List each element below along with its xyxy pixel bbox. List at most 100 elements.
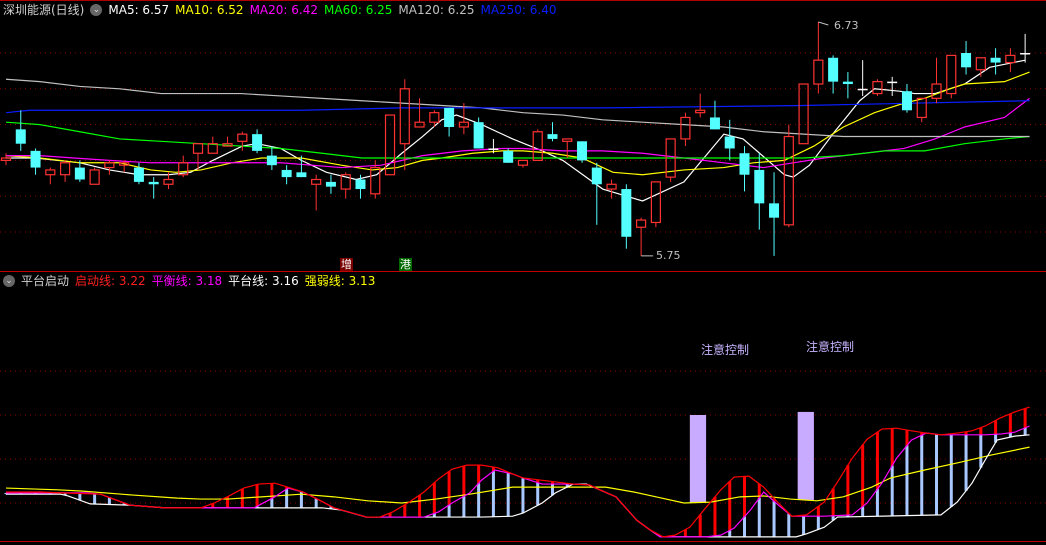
candle-body xyxy=(45,169,56,176)
candle-body xyxy=(754,169,765,204)
candle xyxy=(946,54,957,99)
candle-body xyxy=(857,88,868,91)
qidong-bar xyxy=(698,514,702,537)
qidong-line-label: 启动线: 3.22 xyxy=(75,274,146,288)
candle xyxy=(399,79,410,170)
qidong-bar xyxy=(890,428,894,466)
pingheng-bar xyxy=(314,498,318,508)
candle-body xyxy=(325,181,336,187)
qidong-bar xyxy=(418,495,422,518)
ma120-label: MA120: 6.25 xyxy=(398,3,475,17)
qidong-bar xyxy=(831,488,835,516)
candle-body xyxy=(0,157,12,162)
pingheng-bar xyxy=(477,483,481,518)
pingheng-bar xyxy=(550,484,554,496)
candle xyxy=(444,107,455,137)
warning-blocks xyxy=(689,411,814,503)
candle-body xyxy=(311,178,322,185)
pingheng-bar xyxy=(285,489,289,508)
chevron-down-icon[interactable]: ⌄ xyxy=(3,275,15,287)
chevron-down-icon[interactable]: ⌄ xyxy=(90,4,103,16)
qidong-bar xyxy=(713,496,717,536)
pingheng-bar xyxy=(1023,427,1027,436)
candle xyxy=(15,110,26,151)
candle xyxy=(532,129,543,161)
candle-body xyxy=(296,172,307,178)
candle-body xyxy=(429,112,440,123)
candlesticks xyxy=(0,21,1031,256)
candle xyxy=(990,48,1001,75)
qidong-bar xyxy=(403,504,407,518)
candle-body xyxy=(916,97,927,119)
candle-body xyxy=(650,181,661,224)
candle-body xyxy=(74,167,85,180)
candle xyxy=(1020,33,1031,63)
tag-gang[interactable]: 港 xyxy=(399,258,412,271)
candle-body xyxy=(990,57,1001,63)
ma60-line xyxy=(5,121,1030,159)
candle-body xyxy=(872,81,883,95)
qidong-bar xyxy=(226,496,230,508)
pingheng-bar xyxy=(536,482,540,506)
candle-body xyxy=(695,109,706,114)
candle-body xyxy=(783,135,794,226)
high-pointer-arrow xyxy=(818,21,829,26)
candle xyxy=(89,167,100,185)
candle xyxy=(119,160,130,173)
main-chart-legend: 深圳能源(日线) ⌄ MA5: 6.57 MA10: 6.52 MA20: 6.… xyxy=(3,2,563,18)
candle-body xyxy=(621,189,632,237)
candle xyxy=(266,146,277,170)
candle-body xyxy=(517,159,529,166)
candle xyxy=(281,165,292,185)
candle xyxy=(148,177,159,199)
candle-body xyxy=(769,203,780,218)
candle-body xyxy=(562,138,573,142)
ma5-line xyxy=(6,59,1026,202)
pingheng-bar xyxy=(107,497,111,505)
ma250-line xyxy=(5,100,1030,114)
qidong-bar xyxy=(728,481,732,531)
candle xyxy=(842,72,853,99)
candle xyxy=(739,146,750,192)
candle-body xyxy=(89,169,100,185)
candle-body xyxy=(577,141,588,161)
qidong-bar xyxy=(905,430,909,446)
candle-body xyxy=(266,155,277,166)
candle-body xyxy=(1005,54,1016,64)
candle-body xyxy=(133,167,144,182)
candle-body xyxy=(148,181,159,185)
pingheng-bar xyxy=(757,498,761,537)
candle xyxy=(252,129,263,154)
candle-body xyxy=(355,179,366,190)
warning-block xyxy=(797,411,814,500)
candle-body xyxy=(961,53,972,68)
low-price-label: 5.75 xyxy=(656,249,681,262)
pingheng-bar xyxy=(875,489,879,517)
candle xyxy=(916,97,927,123)
candle-body xyxy=(636,219,647,228)
ma20-line xyxy=(6,97,1030,169)
qidong-bar xyxy=(846,465,850,516)
candle xyxy=(355,174,366,199)
chart-title: 深圳能源(日线) xyxy=(3,3,85,17)
candle xyxy=(621,184,632,249)
candle-body xyxy=(547,134,558,139)
candle xyxy=(754,153,765,230)
pingheng-bar xyxy=(521,477,525,514)
candle-body xyxy=(15,129,26,144)
pingheng-bar xyxy=(935,434,939,515)
candle xyxy=(429,110,440,127)
qidong-bar xyxy=(1008,413,1012,433)
pingheng-bar xyxy=(93,493,97,505)
candle-body xyxy=(488,148,499,150)
pingheng-bar xyxy=(964,434,968,491)
candle xyxy=(813,21,824,94)
high-price-label: 6.73 xyxy=(834,19,859,32)
candle-body xyxy=(237,133,248,142)
tag-zeng[interactable]: 增 xyxy=(340,258,353,271)
qidong-bar xyxy=(255,484,259,507)
qidong-bar xyxy=(447,471,451,505)
candle xyxy=(606,179,617,199)
candle-body xyxy=(281,169,292,178)
candle xyxy=(931,57,942,104)
